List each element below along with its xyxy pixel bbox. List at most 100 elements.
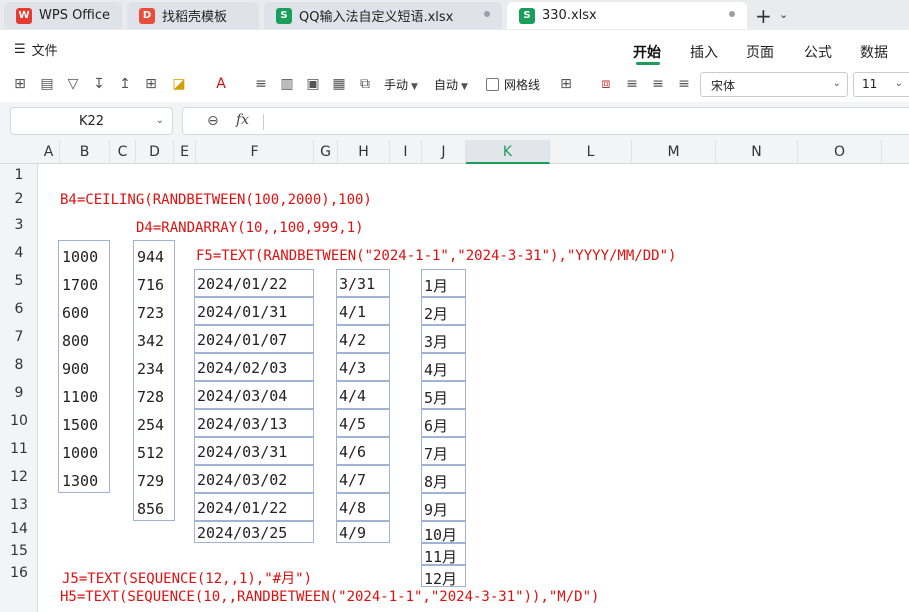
paste-icon[interactable]: ▤: [38, 75, 56, 93]
auto-calc-button[interactable]: 自动 ▼: [434, 76, 468, 93]
cell-h7[interactable]: 4/2: [336, 325, 390, 353]
cell-j9[interactable]: 5月: [421, 381, 466, 409]
cell-h13[interactable]: 4/8: [336, 493, 390, 521]
cell-f10[interactable]: 2024/03/13: [194, 409, 314, 437]
formula-input[interactable]: ⊖ fx: [182, 107, 909, 135]
sort-ascending-icon[interactable]: ↧: [90, 75, 108, 93]
cell-b7[interactable]: 800: [60, 332, 89, 350]
align-center-icon[interactable]: ≡: [649, 75, 667, 93]
unsaved-dot-icon[interactable]: [484, 11, 490, 17]
cell-j12[interactable]: 8月: [421, 465, 466, 493]
tab-formulas[interactable]: 公式: [804, 42, 832, 62]
cell-f11[interactable]: 2024/03/31: [194, 437, 314, 465]
cell-d6[interactable]: 723: [135, 304, 164, 322]
cell-f8[interactable]: 2024/02/03: [194, 353, 314, 381]
tab-qq-xlsx[interactable]: S QQ输入法自定义短语.xlsx: [264, 2, 502, 29]
cell-d13[interactable]: 856: [135, 500, 164, 518]
tab-330-xlsx[interactable]: S 330.xlsx: [507, 2, 747, 29]
clear-format-icon[interactable]: ⧈: [597, 75, 615, 93]
cell-d8[interactable]: 234: [135, 360, 164, 378]
cell-h14[interactable]: 4/9: [336, 521, 390, 543]
cell-j7[interactable]: 3月: [421, 325, 466, 353]
wrap-text-icon[interactable]: ≡: [252, 75, 270, 93]
new-tab-plus-icon[interactable]: +: [755, 4, 772, 28]
cell-h5[interactable]: 3/31: [336, 269, 390, 297]
cell-d11[interactable]: 512: [135, 444, 164, 462]
cell-h12[interactable]: 4/7: [336, 465, 390, 493]
cell-area[interactable]: B4=CEILING(RANDBETWEEN(100,2000),100) D4…: [0, 140, 909, 612]
cell-j13[interactable]: 9月: [421, 493, 466, 521]
insert-column-icon[interactable]: ▦: [330, 75, 348, 93]
borders-icon[interactable]: ⊞: [142, 75, 160, 93]
cell-j8[interactable]: 4月: [421, 353, 466, 381]
name-box[interactable]: K22 ⌄: [10, 107, 173, 135]
cell-b12[interactable]: 1300: [60, 472, 98, 490]
tab-page[interactable]: 页面: [746, 42, 774, 62]
zoom-icon[interactable]: ⊖: [207, 113, 219, 129]
cell-j14[interactable]: 10月: [421, 521, 466, 544]
format-painter-icon[interactable]: ⊞: [11, 75, 29, 93]
cell-f6[interactable]: 2024/01/31: [194, 297, 314, 325]
cell-j6[interactable]: 2月: [421, 297, 466, 325]
unsaved-dot-icon[interactable]: [729, 11, 735, 17]
fx-icon[interactable]: fx: [236, 112, 249, 128]
sort-descending-icon[interactable]: ↥: [116, 75, 134, 93]
cell-f5[interactable]: 2024/01/22: [194, 269, 314, 297]
cell-h6[interactable]: 4/1: [336, 297, 390, 325]
freeze-panes-icon[interactable]: ⧉: [356, 75, 374, 93]
cell-d12[interactable]: 729: [135, 472, 164, 490]
cell-h10[interactable]: 4/5: [336, 409, 390, 437]
cell-j5[interactable]: 1月: [421, 269, 466, 297]
align-left-icon[interactable]: ≡: [623, 75, 641, 93]
cell-f9[interactable]: 2024/03/04: [194, 381, 314, 409]
tab-wps-office[interactable]: W WPS Office: [4, 2, 122, 29]
formula-note-h5[interactable]: H5=TEXT(SEQUENCE(10,,RANDBETWEEN("2024-1…: [60, 589, 599, 605]
table-style-icon[interactable]: ⊞: [557, 75, 575, 93]
spreadsheet-grid[interactable]: A B C D E F G H I J K L M N O 1 2 3 4 5 …: [0, 140, 909, 612]
cell-f12[interactable]: 2024/03/02: [194, 465, 314, 493]
cell-b10[interactable]: 1500: [60, 416, 98, 434]
cell-d4[interactable]: 944: [135, 248, 164, 266]
cell-j16[interactable]: 12月: [421, 565, 466, 588]
cell-j11[interactable]: 7月: [421, 437, 466, 465]
cell-f14[interactable]: 2024/03/25: [194, 521, 314, 543]
font-family-select[interactable]: 宋体 ⌄: [700, 72, 848, 97]
font-size-select[interactable]: 11 ⌄: [853, 72, 909, 97]
formula-note-f5[interactable]: F5=TEXT(RANDBETWEEN("2024-1-1","2024-3-3…: [196, 248, 676, 264]
filter-icon[interactable]: ▽: [64, 75, 82, 93]
cell-b9[interactable]: 1100: [60, 388, 98, 406]
cell-d9[interactable]: 728: [135, 388, 164, 406]
cell-d5[interactable]: 716: [135, 276, 164, 294]
cell-h8[interactable]: 4/3: [336, 353, 390, 381]
merge-cells-icon[interactable]: ▥: [278, 75, 296, 93]
cell-f13[interactable]: 2024/01/22: [194, 493, 314, 521]
file-menu[interactable]: ☰ 文件: [14, 40, 58, 59]
tab-data[interactable]: 数据: [860, 42, 888, 62]
formula-note-d4[interactable]: D4=RANDARRAY(10,,100,999,1): [136, 220, 364, 236]
cell-reference: K22: [78, 114, 105, 129]
tab-home[interactable]: 开始: [633, 42, 661, 62]
cell-b8[interactable]: 900: [60, 360, 89, 378]
formula-note-b4[interactable]: B4=CEILING(RANDBETWEEN(100,2000),100): [60, 192, 372, 208]
font-color-icon[interactable]: A: [212, 75, 230, 93]
cell-j10[interactable]: 6月: [421, 409, 466, 437]
fill-color-icon[interactable]: ◪: [170, 75, 188, 93]
cell-b6[interactable]: 600: [60, 304, 89, 322]
tab-daoke[interactable]: D 找稻壳模板: [127, 2, 259, 29]
formula-note-j5[interactable]: J5=TEXT(SEQUENCE(12,,1),"#月"): [62, 568, 312, 588]
cell-h9[interactable]: 4/4: [336, 381, 390, 409]
cell-b4[interactable]: 1000: [60, 248, 98, 266]
chevron-down-icon[interactable]: ⌄: [779, 8, 788, 21]
gridlines-checkbox[interactable]: [486, 78, 499, 91]
cell-d7[interactable]: 342: [135, 332, 164, 350]
align-right-icon[interactable]: ≡: [675, 75, 693, 93]
cell-j15[interactable]: 11月: [421, 543, 466, 566]
cell-h11[interactable]: 4/6: [336, 437, 390, 465]
cell-b11[interactable]: 1000: [60, 444, 98, 462]
manual-calc-button[interactable]: 手动 ▼: [384, 76, 418, 93]
tab-insert[interactable]: 插入: [690, 42, 718, 62]
cell-d10[interactable]: 254: [135, 416, 164, 434]
cell-b5[interactable]: 1700: [60, 276, 98, 294]
insert-row-icon[interactable]: ▣: [304, 75, 322, 93]
cell-f7[interactable]: 2024/01/07: [194, 325, 314, 353]
